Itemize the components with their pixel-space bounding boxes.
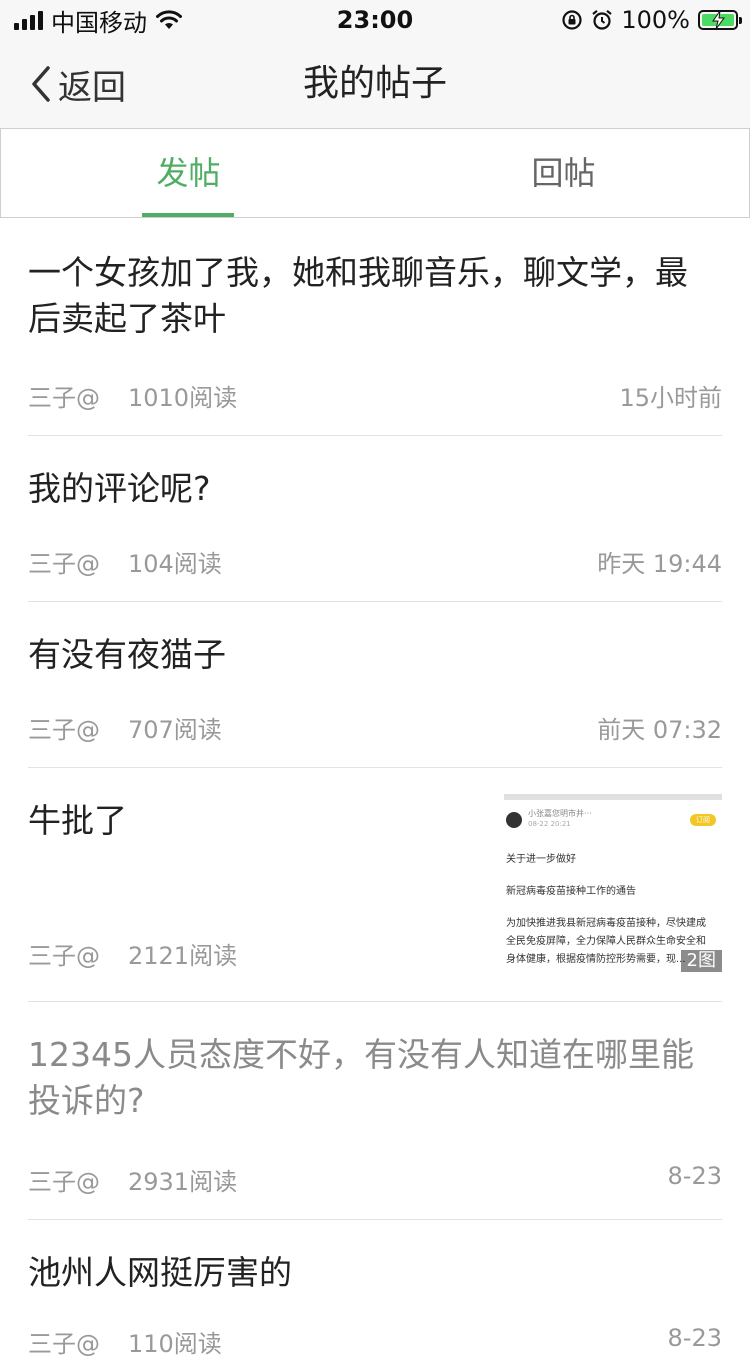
post-author: 三子@	[28, 384, 100, 412]
post-time: 15小时前	[619, 384, 722, 412]
thumbnail-badge: 订阅	[690, 814, 716, 826]
post-item[interactable]: 12345人员态度不好，有没有人知道在哪里能 投诉的? 三子@ 2931阅读 8…	[28, 1002, 722, 1220]
post-time: 昨天 19:44	[597, 550, 722, 578]
post-reads: 110阅读	[128, 1330, 222, 1358]
post-author: 三子@	[28, 1330, 100, 1358]
tab-replies[interactable]: 回帖	[376, 129, 750, 217]
post-item[interactable]: 牛批了 三子@ 2121阅读 小张嘉您明市井··· 08-22 20:21 订阅…	[28, 768, 722, 1002]
navigation-bar: 返回 我的帖子	[0, 40, 750, 128]
post-reads: 1010阅读	[128, 384, 238, 412]
post-time: 8-23	[667, 1162, 722, 1190]
tab-posts[interactable]: 发帖	[1, 129, 376, 217]
post-item[interactable]: 一个女孩加了我，她和我聊音乐，聊文学，最 后卖起了茶叶 三子@ 1010阅读 1…	[28, 218, 722, 436]
alarm-icon	[592, 9, 613, 30]
post-author: 三子@	[28, 716, 100, 744]
post-reads: 104阅读	[128, 550, 222, 578]
rotation-lock-icon	[562, 10, 582, 30]
post-author: 三子@	[28, 1168, 100, 1196]
page-title: 我的帖子	[302, 63, 447, 104]
post-reads: 2931阅读	[128, 1168, 238, 1196]
post-title: 12345人员态度不好，有没有人知道在哪里能 投诉的?	[28, 1035, 694, 1120]
thumbnail-date: 08-22 20:21	[528, 820, 571, 828]
thumbnail-text: 身体健康，根据疫情防控形势需要，现...	[506, 954, 686, 965]
post-time: 8-23	[667, 1324, 722, 1352]
post-title: 有没有夜猫子	[28, 635, 226, 674]
thumbnail-text: 全民免疫屏障，全力保障人民群众生命安全和	[506, 936, 706, 947]
post-title: 牛批了	[28, 801, 127, 840]
battery-percent: 100%	[621, 6, 690, 34]
thumbnail-user: 小张嘉您明市井···	[528, 809, 592, 818]
avatar	[506, 812, 522, 828]
post-title: 我的评论呢?	[28, 469, 211, 508]
image-count-badge: 2图	[680, 950, 722, 972]
thumbnail-text: 关于进一步做好	[506, 854, 576, 865]
post-time: 前天 07:32	[597, 716, 722, 744]
status-bar: 中国移动 23:00 100%	[0, 0, 750, 40]
post-author: 三子@	[28, 942, 100, 970]
post-title: 一个女孩加了我，她和我聊音乐，聊文学，最 后卖起了茶叶	[28, 253, 688, 338]
post-item[interactable]: 有没有夜猫子 三子@ 707阅读 前天 07:32	[28, 602, 722, 768]
post-title: 池州人网挺厉害的	[28, 1253, 292, 1292]
thumbnail-text: 为加快推进我县新冠病毒疫苗接种，尽快建成	[506, 918, 706, 929]
post-reads: 707阅读	[128, 716, 222, 744]
tab-bar: 发帖 回帖	[0, 128, 750, 218]
post-item[interactable]: 池州人网挺厉害的 三子@ 110阅读 8-23	[28, 1220, 722, 1358]
thumbnail-text: 新冠病毒疫苗接种工作的通告	[506, 886, 636, 897]
post-item[interactable]: 我的评论呢? 三子@ 104阅读 昨天 19:44	[28, 436, 722, 602]
post-reads: 2121阅读	[128, 942, 238, 970]
active-tab-indicator	[142, 213, 234, 217]
post-thumbnail[interactable]: 小张嘉您明市井··· 08-22 20:21 订阅 关于进一步做好 新冠病毒疫苗…	[504, 794, 722, 972]
post-author: 三子@	[28, 550, 100, 578]
battery-icon	[698, 10, 742, 30]
